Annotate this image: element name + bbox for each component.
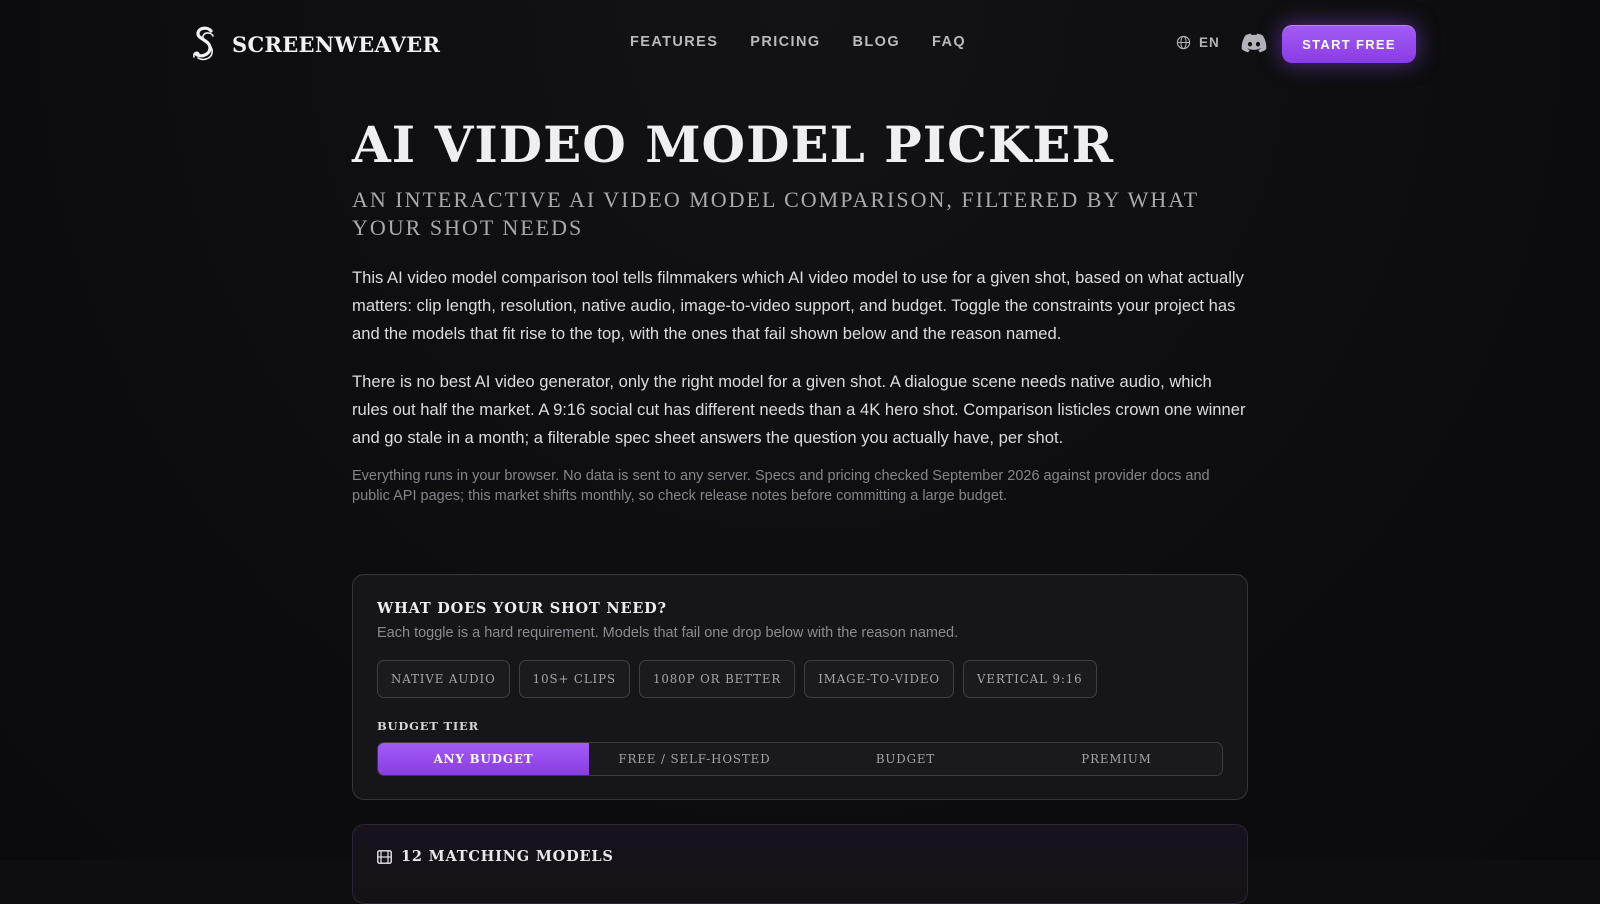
discord-icon[interactable] bbox=[1241, 33, 1267, 53]
page-subtitle: AN INTERACTIVE AI VIDEO MODEL COMPARISON… bbox=[352, 186, 1199, 240]
toggle-1080p[interactable]: 1080P OR BETTER bbox=[638, 660, 796, 698]
brand-home-link[interactable]: SCREENWEAVER bbox=[190, 24, 440, 64]
main-nav: FEATURES PRICING BLOG FAQ bbox=[630, 34, 966, 50]
results-count: 12 MATCHING MODELS bbox=[401, 848, 614, 865]
matching-models-panel: 12 MATCHING MODELS bbox=[352, 824, 1248, 904]
toggle-image-to-video[interactable]: IMAGE-TO-VIDEO bbox=[804, 660, 954, 698]
panel-heading: WHAT DOES YOUR SHOT NEED? bbox=[377, 600, 667, 617]
start-free-button[interactable]: START FREE bbox=[1282, 25, 1416, 63]
globe-icon bbox=[1176, 35, 1191, 50]
budget-option-premium[interactable]: PREMIUM bbox=[1011, 743, 1222, 775]
page-title: AI VIDEO MODEL PICKER bbox=[352, 115, 1115, 174]
toggle-native-audio[interactable]: NATIVE AUDIO bbox=[377, 660, 510, 698]
language-switcher[interactable]: EN bbox=[1176, 35, 1220, 50]
language-label: EN bbox=[1199, 35, 1220, 50]
budget-option-free[interactable]: FREE / SELF-HOSTED bbox=[589, 743, 800, 775]
budget-tier-label: BUDGET TIER bbox=[377, 719, 479, 733]
intro-paragraph: This AI video model comparison tool tell… bbox=[352, 267, 1244, 343]
requirement-toggles: NATIVE AUDIO 10S+ CLIPS 1080P OR BETTER … bbox=[377, 660, 1097, 698]
budget-option-any[interactable]: ANY BUDGET bbox=[378, 743, 589, 775]
nav-link-blog[interactable]: BLOG bbox=[853, 34, 901, 50]
intro-section: AI VIDEO MODEL PICKER AN INTERACTIVE AI … bbox=[352, 116, 1248, 506]
nav-link-faq[interactable]: FAQ bbox=[932, 34, 966, 50]
toggle-vertical-9-16[interactable]: VERTICAL 9:16 bbox=[962, 660, 1097, 698]
nav-link-features[interactable]: FEATURES bbox=[630, 34, 718, 50]
budget-tier-selector: ANY BUDGET FREE / SELF-HOSTED BUDGET PRE… bbox=[377, 742, 1223, 776]
budget-option-budget[interactable]: BUDGET bbox=[800, 743, 1011, 775]
nav-link-pricing[interactable]: PRICING bbox=[750, 34, 820, 50]
brand-name: SCREENWEAVER bbox=[232, 31, 441, 57]
intro-paragraph: There is no best AI video generator, onl… bbox=[352, 371, 1246, 447]
screenweaver-logo-icon bbox=[193, 26, 214, 61]
results-header: 12 MATCHING MODELS bbox=[377, 848, 614, 865]
film-icon bbox=[377, 849, 392, 864]
privacy-note: Everything runs in your browser. No data… bbox=[352, 467, 1210, 504]
shot-requirements-panel: WHAT DOES YOUR SHOT NEED? Each toggle is… bbox=[352, 574, 1248, 800]
top-navigation-bar: SCREENWEAVER FEATURES PRICING BLOG FAQ E… bbox=[0, 0, 1600, 86]
toggle-10s-clips[interactable]: 10S+ CLIPS bbox=[518, 660, 630, 698]
panel-description: Each toggle is a hard requirement. Model… bbox=[377, 625, 959, 641]
